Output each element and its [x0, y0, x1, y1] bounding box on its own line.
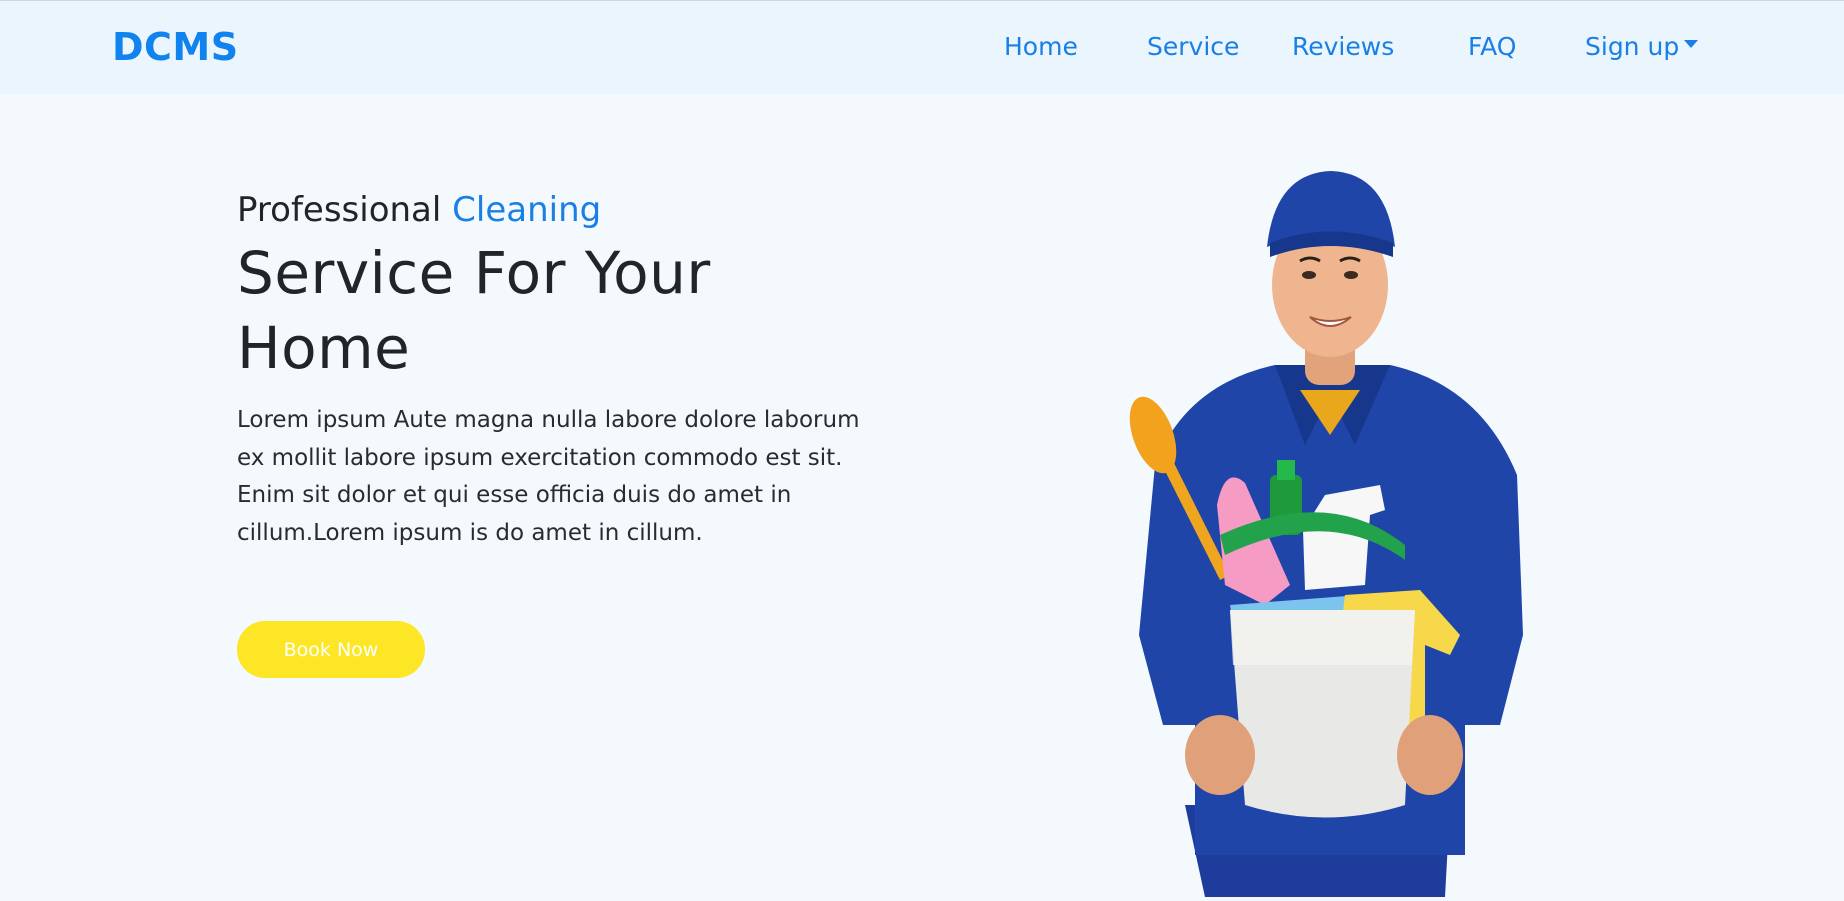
- nav-service[interactable]: Service: [1147, 32, 1239, 61]
- cleaner-illustration: [1125, 165, 1535, 897]
- brand-logo[interactable]: DCMS: [112, 25, 239, 69]
- hero-subtitle-prefix: Professional: [237, 190, 442, 230]
- top-navbar: DCMS Home Service Reviews FAQ Sign up: [0, 0, 1844, 94]
- hero-description: Lorem ipsum Aute magna nulla labore dolo…: [237, 407, 860, 546]
- nav-faq[interactable]: FAQ: [1468, 32, 1516, 61]
- book-now-button[interactable]: Book Now: [237, 621, 425, 678]
- cleaner-with-bucket-icon: [1129, 171, 1523, 897]
- hero-text: Professional Cleaning Service For Your H…: [237, 188, 887, 552]
- nav-signup-label: Sign up: [1585, 32, 1680, 61]
- hero-subtitle: Professional Cleaning: [237, 188, 887, 232]
- hero-headline: Service For Your Home: [237, 239, 711, 382]
- nav-home[interactable]: Home: [1004, 32, 1078, 61]
- nav-signup-dropdown[interactable]: Sign up: [1585, 32, 1699, 61]
- nav-reviews[interactable]: Reviews: [1292, 32, 1394, 61]
- hero-subtitle-accent: Cleaning: [452, 190, 602, 230]
- caret-down-icon: [1684, 40, 1699, 48]
